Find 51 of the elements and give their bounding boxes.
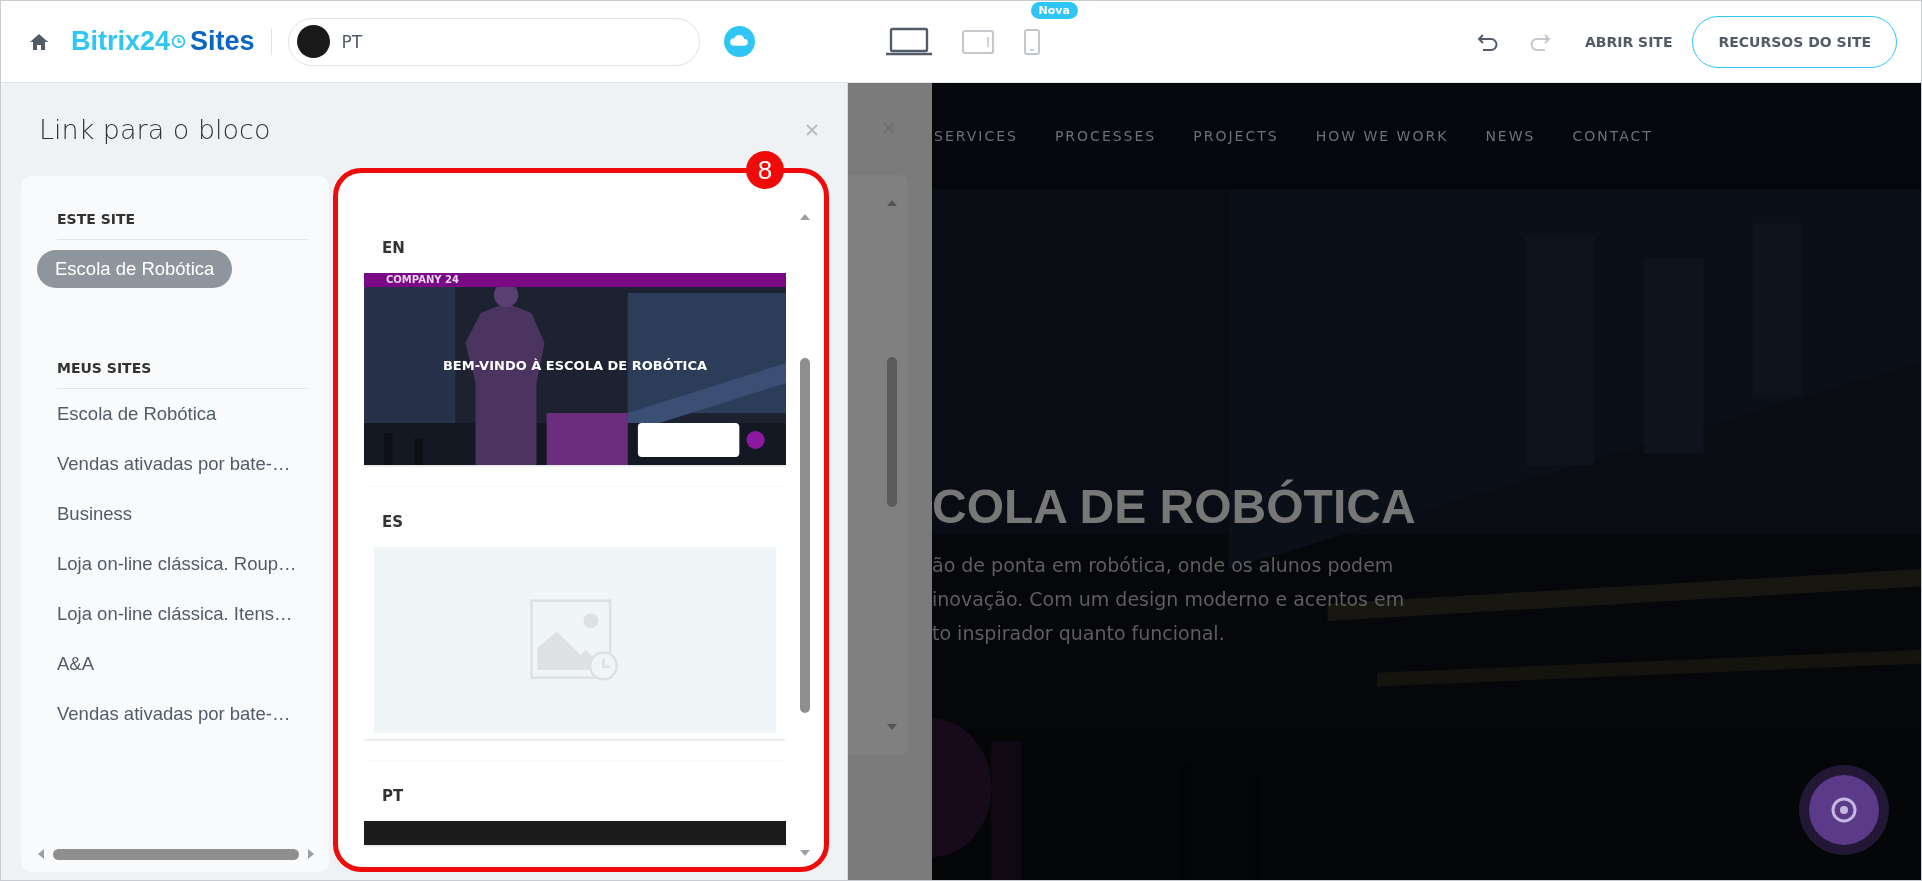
site-item[interactable]: A&A <box>37 645 315 683</box>
horizontal-scrollbar[interactable] <box>53 848 299 860</box>
nav-link[interactable]: CONTACT <box>1572 128 1653 144</box>
scroll-up-icon <box>886 199 898 207</box>
site-item[interactable]: Business <box>37 495 315 533</box>
site-item[interactable]: Escola de Robótica <box>37 395 315 433</box>
phone-icon[interactable] <box>1022 27 1041 56</box>
annotation-badge: 8 <box>746 151 784 189</box>
page-card[interactable]: ES <box>364 487 786 739</box>
site-headline: BEM-VINDO À ESCOLA DE ROBÓTICA <box>441 358 709 373</box>
scroll-right-icon[interactable] <box>307 848 315 860</box>
nav-link[interactable]: NEWS <box>1485 128 1536 144</box>
hero-text-line: inovação. Com um design moderno e acentos em <box>932 587 1406 612</box>
logo-product: Sites <box>190 26 255 57</box>
open-site-link[interactable]: ABRIR SITE <box>1584 33 1673 50</box>
site-item[interactable]: Vendas ativadas por bate-… <box>37 445 315 483</box>
vertical-scrollbar[interactable] <box>800 357 810 713</box>
hero-heading: COLA DE ROBÓTICA <box>932 479 1416 534</box>
chat-icon <box>1829 795 1859 825</box>
site-item[interactable]: Vendas ativadas por bate-… <box>37 695 315 733</box>
scroll-down-icon[interactable] <box>799 849 811 857</box>
nav-link[interactable]: HOW WE WORK <box>1315 128 1449 144</box>
hero-text-line: ão de ponta em robótica, onde os alunos podem <box>932 553 1395 578</box>
page-label: EN <box>381 238 406 259</box>
nav-link[interactable]: PROJECTS <box>1193 128 1279 144</box>
site-item[interactable]: Loja on-line clássica. Roup… <box>37 545 315 583</box>
section-heading: MEUS SITES <box>57 360 307 389</box>
hero-text-line: to inspirador quanto funcional. <box>932 621 1226 646</box>
clock-icon <box>171 34 187 49</box>
scroll-up-icon[interactable] <box>799 213 811 221</box>
close-icon[interactable] <box>805 122 819 137</box>
scroll-down-icon <box>886 723 898 731</box>
page-label: ES <box>381 512 405 533</box>
laptop-icon[interactable] <box>884 26 933 57</box>
page-label: PT <box>381 786 405 807</box>
nav-link[interactable]: SERVICES <box>934 128 1018 144</box>
cloud-icon[interactable] <box>723 26 755 57</box>
section-heading: ESTE SITE <box>57 211 307 240</box>
nav-link[interactable]: PROCESSES <box>1054 128 1157 144</box>
logo-brand: Bitrix24 <box>71 26 171 57</box>
panel-title: Link para o bloco <box>39 114 271 145</box>
new-badge: Nova <box>1030 1 1078 19</box>
site-brand: COMPANY 24 <box>386 274 459 286</box>
scroll-left-icon[interactable] <box>37 848 45 860</box>
site-resources-button[interactable]: RECURSOS DO SITE <box>1692 15 1897 68</box>
page-card[interactable]: EN COMPANY 24 BEM-VINDO À ESCOLA DE ROBÓTICA <box>364 213 786 465</box>
home-icon[interactable] <box>29 32 49 51</box>
site-item[interactable]: Loja on-line clássica. Itens… <box>37 595 315 633</box>
undo-icon[interactable] <box>1476 32 1499 51</box>
page-card[interactable]: PT <box>364 761 786 845</box>
tablet-icon[interactable] <box>960 28 995 55</box>
